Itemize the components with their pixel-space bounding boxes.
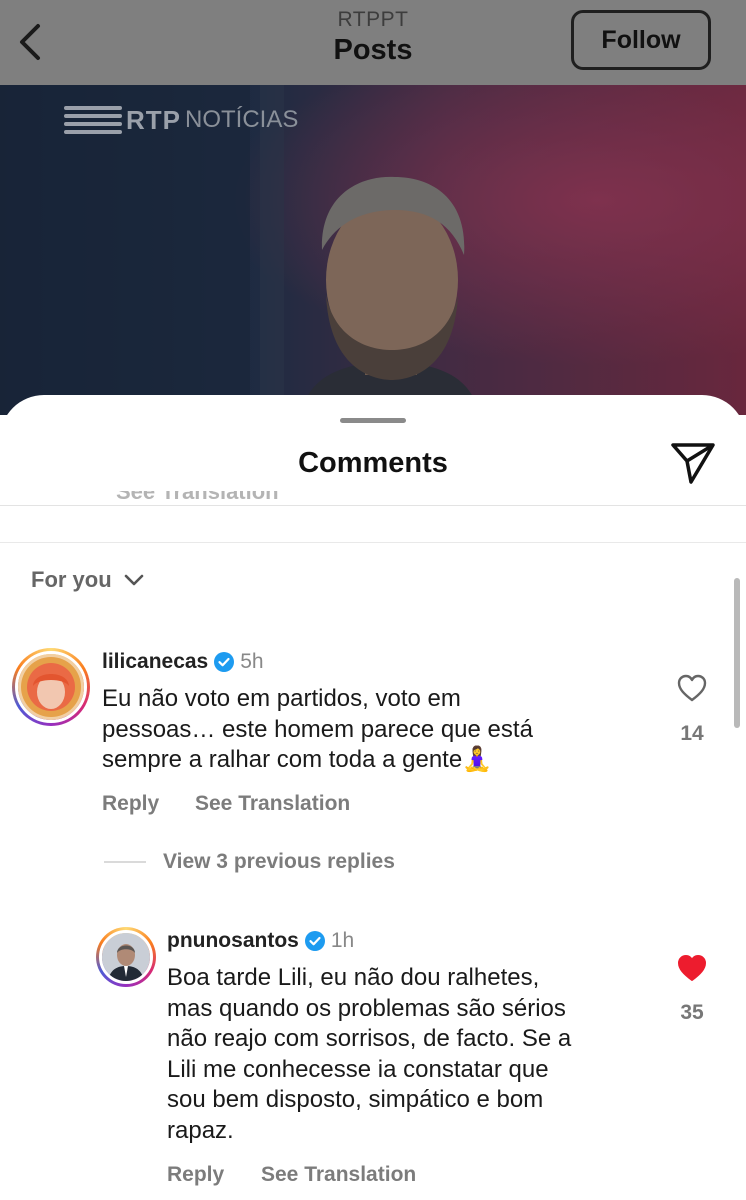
avatar-image [18,654,84,720]
like-count: 35 [680,1001,704,1024]
comment-header: lilicanecas 5h [102,650,264,674]
comments-title: Comments [298,447,448,479]
timestamp: 1h [330,929,355,952]
reply-header: pnunosantos 1h [167,929,354,953]
see-translation-button[interactable]: See Translation [195,792,350,816]
avatar[interactable] [12,648,90,726]
share-send-icon[interactable] [669,440,717,486]
avatar-image [102,933,150,981]
timestamp: 5h [240,650,264,673]
replies-line [104,861,146,863]
avatar[interactable] [96,927,156,987]
like-heart-icon[interactable] [676,673,708,703]
reply-text: Boa tarde Lili, eu não dou ralhetes, mas… [167,964,572,1144]
reply-button[interactable]: Reply [167,1163,224,1187]
view-replies-button[interactable]: View 3 previous replies [163,850,395,874]
see-translation-button[interactable]: See Translation [261,1163,416,1187]
reply-button[interactable]: Reply [102,792,159,816]
sort-filter-dropdown[interactable]: For you [31,567,144,593]
filter-label: For you [31,567,112,592]
comment-text: Eu não voto em partidos, voto em pessoas… [102,685,533,773]
rtp-noticias-logo: RTP NOTÍCIAS [64,104,298,136]
divider [0,505,746,506]
drag-handle[interactable] [340,418,406,423]
top-bar: RTPPT Posts Follow [0,0,746,85]
scrollbar[interactable] [734,578,740,728]
verified-badge-icon [214,652,235,672]
username[interactable]: lilicanecas [102,650,208,674]
follow-button[interactable]: Follow [571,10,711,70]
divider [0,542,746,543]
verified-badge-icon [304,931,325,951]
liked-heart-icon[interactable] [676,953,708,983]
like-count: 14 [680,722,704,745]
chevron-down-icon [124,574,143,586]
partial-see-translation: See Translation [116,491,279,504]
username[interactable]: pnunosantos [167,929,299,953]
